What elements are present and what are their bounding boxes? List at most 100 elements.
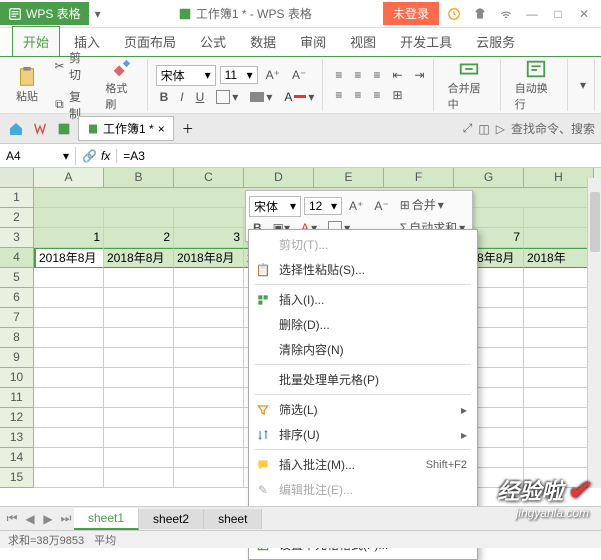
align-top-button[interactable]: ≡ <box>331 66 346 84</box>
merge-split-button[interactable]: ⊞ <box>388 86 406 104</box>
cut-button[interactable]: ✂剪切 <box>48 47 95 85</box>
login-badge[interactable]: 未登录 <box>383 2 439 25</box>
row-head[interactable]: 9 <box>0 348 34 368</box>
new-tab-button[interactable]: ＋ <box>178 119 198 139</box>
row-head[interactable]: 15 <box>0 468 34 488</box>
ctx-batch[interactable]: 批量处理单元格(P) <box>249 367 477 392</box>
col-head[interactable]: E <box>314 168 384 187</box>
titlebar-dropdown-icon[interactable]: ▾ <box>89 7 107 21</box>
tab-review[interactable]: 审阅 <box>290 27 336 56</box>
decrease-font-button[interactable]: A⁻ <box>288 66 310 84</box>
row-head[interactable]: 6 <box>0 288 34 308</box>
sheet-tab[interactable]: sheet1 <box>74 508 139 530</box>
row-head[interactable]: 13 <box>0 428 34 448</box>
indent-inc-button[interactable]: ⇥ <box>411 66 429 84</box>
close-icon[interactable]: ✕ <box>575 5 593 23</box>
sheet-nav-last[interactable]: ⏭ <box>58 511 74 527</box>
border-button[interactable]: ▾ <box>212 88 242 106</box>
ctx-clear[interactable]: 清除内容(N) <box>249 337 477 362</box>
ctx-paste-special[interactable]: 📋选择性粘贴(S)... <box>249 257 477 282</box>
sheet-tab[interactable]: sheet <box>204 509 262 529</box>
mini-dec-font[interactable]: A⁻ <box>370 197 392 215</box>
col-head[interactable]: D <box>244 168 314 187</box>
cell[interactable]: 1 <box>34 228 104 248</box>
ctx-sort[interactable]: 排序(U)▸ <box>249 422 477 447</box>
tab-dev[interactable]: 开发工具 <box>390 27 462 56</box>
select-all-corner[interactable] <box>0 168 34 187</box>
fill-color-button[interactable]: ▾ <box>246 88 276 106</box>
row-head[interactable]: 4 <box>0 248 34 268</box>
expand-icon[interactable]: ⤢ <box>463 121 473 136</box>
col-head[interactable]: F <box>384 168 454 187</box>
ctx-insert[interactable]: 插入(I)... <box>249 287 477 312</box>
ctx-filter[interactable]: 筛选(L)▸ <box>249 397 477 422</box>
wifi-icon[interactable] <box>497 5 515 23</box>
mini-merge-button[interactable]: ⊞ 合并▾ <box>396 194 469 215</box>
tab-view[interactable]: 视图 <box>340 27 386 56</box>
col-head[interactable]: C <box>174 168 244 187</box>
fx-icon[interactable]: fx <box>101 149 110 163</box>
document-tab[interactable]: 工作簿1 * × <box>78 116 174 141</box>
align-right-button[interactable]: ≡ <box>369 86 384 104</box>
mini-size-select[interactable]: 12▾ <box>304 197 342 215</box>
col-head[interactable]: B <box>104 168 174 187</box>
tab-data[interactable]: 数据 <box>240 27 286 56</box>
close-tab-icon[interactable]: × <box>158 122 165 136</box>
vertical-scrollbar[interactable] <box>587 178 601 488</box>
link-icon[interactable]: 🔗 <box>82 149 97 163</box>
col-head[interactable]: G <box>454 168 524 187</box>
format-painter-button[interactable]: 格式刷 <box>99 56 142 114</box>
row-head[interactable]: 7 <box>0 308 34 328</box>
bold-button[interactable]: B <box>156 88 173 106</box>
sheet-nav-first[interactable]: ⏮ <box>4 511 20 527</box>
increase-font-button[interactable]: A⁺ <box>262 66 284 84</box>
more-dropdown-icon[interactable]: ▾ <box>576 76 590 94</box>
row-head[interactable]: 12 <box>0 408 34 428</box>
cell[interactable]: 2018年8月 <box>104 248 174 268</box>
minimize-icon[interactable]: — <box>523 5 541 23</box>
sheet-nav-prev[interactable]: ◀ <box>22 511 38 527</box>
row-head[interactable]: 5 <box>0 268 34 288</box>
cell[interactable]: 2018年 <box>524 248 594 268</box>
cell[interactable]: 2018年8月 <box>174 248 244 268</box>
row-head[interactable]: 2 <box>0 208 34 228</box>
mini-inc-font[interactable]: A⁺ <box>345 197 367 215</box>
sheet-nav-next[interactable]: ▶ <box>40 511 56 527</box>
cell[interactable]: 3 <box>174 228 244 248</box>
ctx-insert-comment[interactable]: 插入批注(M)...Shift+F2 <box>249 452 477 477</box>
italic-button[interactable]: I <box>176 88 187 106</box>
row-head[interactable]: 3 <box>0 228 34 248</box>
align-center-button[interactable]: ≡ <box>350 86 365 104</box>
row-head[interactable]: 1 <box>0 188 34 208</box>
wrap-text-button[interactable]: 自动换行 <box>509 56 563 114</box>
paste-button[interactable]: 粘贴 <box>10 64 44 106</box>
row-head[interactable]: 11 <box>0 388 34 408</box>
mini-font-select[interactable]: 宋体▾ <box>249 196 301 217</box>
col-head[interactable]: H <box>524 168 594 187</box>
font-size-select[interactable]: 11▾ <box>220 66 258 84</box>
ctx-delete[interactable]: 删除(D)... <box>249 312 477 337</box>
cell[interactable] <box>524 228 594 248</box>
maximize-icon[interactable]: □ <box>549 5 567 23</box>
col-head[interactable]: A <box>34 168 104 187</box>
cell-reference-input[interactable]: A4▾ <box>0 147 76 165</box>
merge-center-button[interactable]: 合并居中 <box>442 56 496 114</box>
split-icon[interactable]: ◫ <box>478 122 489 136</box>
search-hint[interactable]: 查找命令、搜索 <box>511 120 595 137</box>
row-head[interactable]: 8 <box>0 328 34 348</box>
row-head[interactable]: 10 <box>0 368 34 388</box>
docer-tab-icon[interactable] <box>54 119 74 139</box>
row-head[interactable]: 14 <box>0 448 34 468</box>
sync-icon[interactable] <box>445 5 463 23</box>
align-left-button[interactable]: ≡ <box>331 86 346 104</box>
align-bot-button[interactable]: ≡ <box>369 66 384 84</box>
align-mid-button[interactable]: ≡ <box>350 66 365 84</box>
home-tab-icon[interactable] <box>6 119 26 139</box>
my-wps-tab-icon[interactable] <box>30 119 50 139</box>
cell[interactable]: 2018年8月 <box>34 248 104 268</box>
sheet-tab[interactable]: sheet2 <box>139 509 204 529</box>
formula-input[interactable]: =A3 <box>117 147 601 165</box>
font-name-select[interactable]: 宋体▾ <box>156 65 216 86</box>
underline-button[interactable]: U <box>192 88 209 106</box>
tab-cloud[interactable]: 云服务 <box>466 27 525 56</box>
